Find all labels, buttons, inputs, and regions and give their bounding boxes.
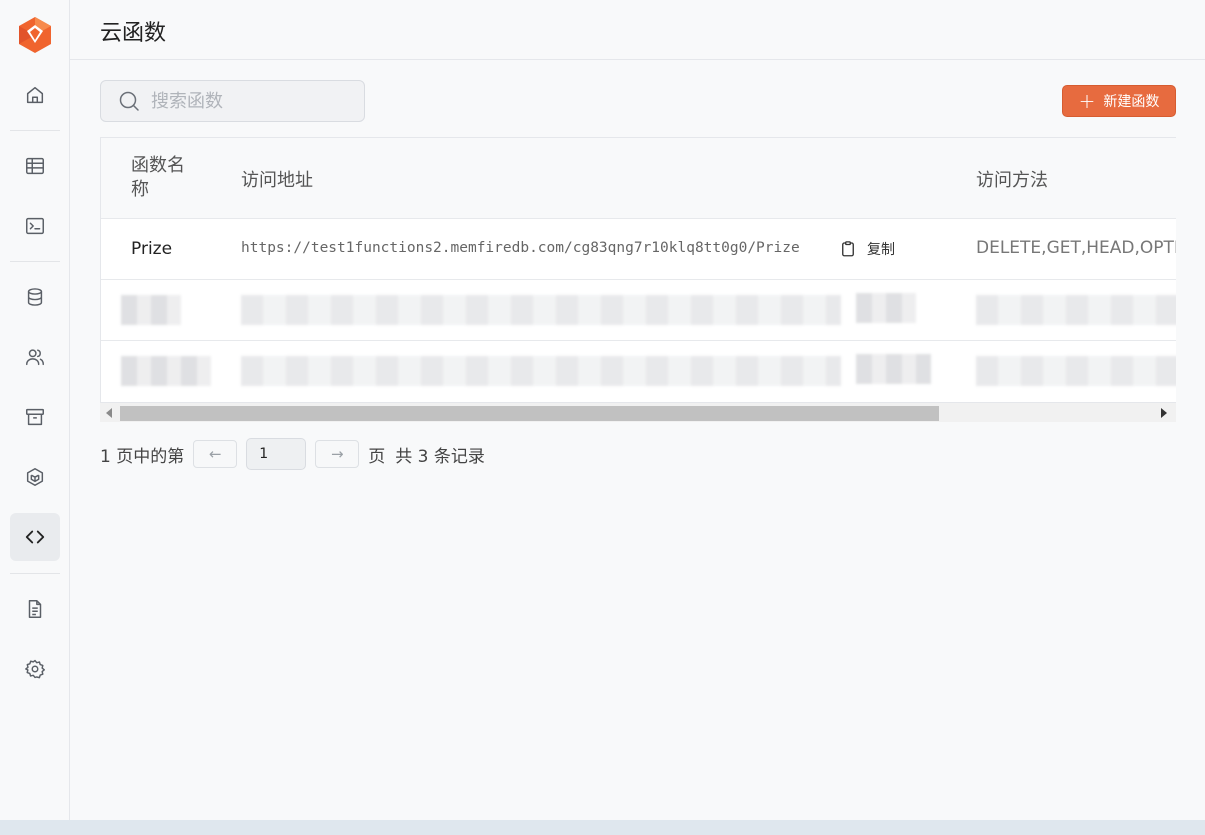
search-input[interactable] [151,90,351,112]
redacted-name [121,295,181,325]
prev-page-button[interactable]: ← [193,440,238,468]
users-icon [26,349,44,366]
table-icon [26,157,44,175]
horizontal-scrollbar[interactable] [100,402,1176,422]
new-function-label: 新建函数 [1103,94,1160,110]
page-title: 云函数 [100,21,167,46]
redacted-name [121,356,211,386]
redacted-method [976,295,1176,325]
home-icon [26,86,44,104]
table-row[interactable] [101,341,1176,402]
terminal-icon [26,217,44,235]
column-header-method[interactable]: 访问方法 [976,166,1048,192]
copy-url-button[interactable]: 复制 [839,239,895,259]
clipboard-icon [842,241,854,257]
function-method: DELETE,GET,HEAD,OPTIO [976,238,1176,258]
database-icon [27,288,43,306]
logo[interactable] [17,16,53,54]
function-name: Prize [131,239,173,259]
sidebar [0,0,70,820]
document-icon [28,600,42,618]
nav-settings[interactable] [10,645,60,693]
search-box[interactable] [100,80,365,122]
table-row[interactable]: Prize https://test1functions2.memfiredb.… [101,219,1176,280]
gear-icon [25,659,45,679]
table-row[interactable] [101,280,1176,341]
new-function-button[interactable]: + 新建函数 [1062,85,1176,117]
functions-table: 函数名称 访问地址 访问方法 Prize https://test1functi… [100,137,1176,422]
search-icon [119,91,139,111]
code-icon [25,530,45,544]
plus-icon: + [1078,89,1096,113]
page-number-input[interactable] [246,438,307,470]
next-page-button[interactable]: → [315,440,360,468]
arrow-left-icon: ← [208,445,222,463]
nav-table-editor[interactable] [10,142,60,190]
scroll-right-arrow[interactable] [1161,408,1167,418]
scroll-left-arrow[interactable] [106,408,112,418]
os-taskbar [0,820,1205,835]
table-header-row: 函数名称 访问地址 访问方法 [101,138,1176,219]
cube-icon [26,468,44,486]
redacted-method [976,356,1176,386]
redacted-url [241,356,841,386]
pagination-prefix: 1 页中的第 [100,446,185,467]
page-header: 云函数 [70,0,1205,60]
redacted-url-tail [856,354,931,384]
nav-functions[interactable] [10,513,60,561]
redacted-url-tail [856,293,916,323]
column-header-url[interactable]: 访问地址 [241,166,313,192]
nav-database[interactable] [10,273,60,321]
function-url: https://test1functions2.memfiredb.com/cg… [241,240,800,256]
nav-home[interactable] [10,71,60,119]
nav-docs[interactable] [10,585,60,633]
pagination: 1 页中的第 ← → 页 共 3 条记录 [100,438,485,470]
redacted-url [241,295,841,325]
pagination-suffix: 页 [368,446,386,467]
total-records: 共 3 条记录 [395,446,485,467]
arrow-right-icon: → [330,445,344,463]
copy-label: 复制 [867,242,895,258]
nav-api[interactable] [10,453,60,501]
scrollbar-thumb[interactable] [120,406,939,421]
nav-auth-users[interactable] [10,333,60,381]
nav-sql-editor[interactable] [10,202,60,250]
nav-storage[interactable] [10,393,60,441]
archive-icon [26,408,44,426]
column-header-name[interactable]: 函数名称 [131,154,201,202]
